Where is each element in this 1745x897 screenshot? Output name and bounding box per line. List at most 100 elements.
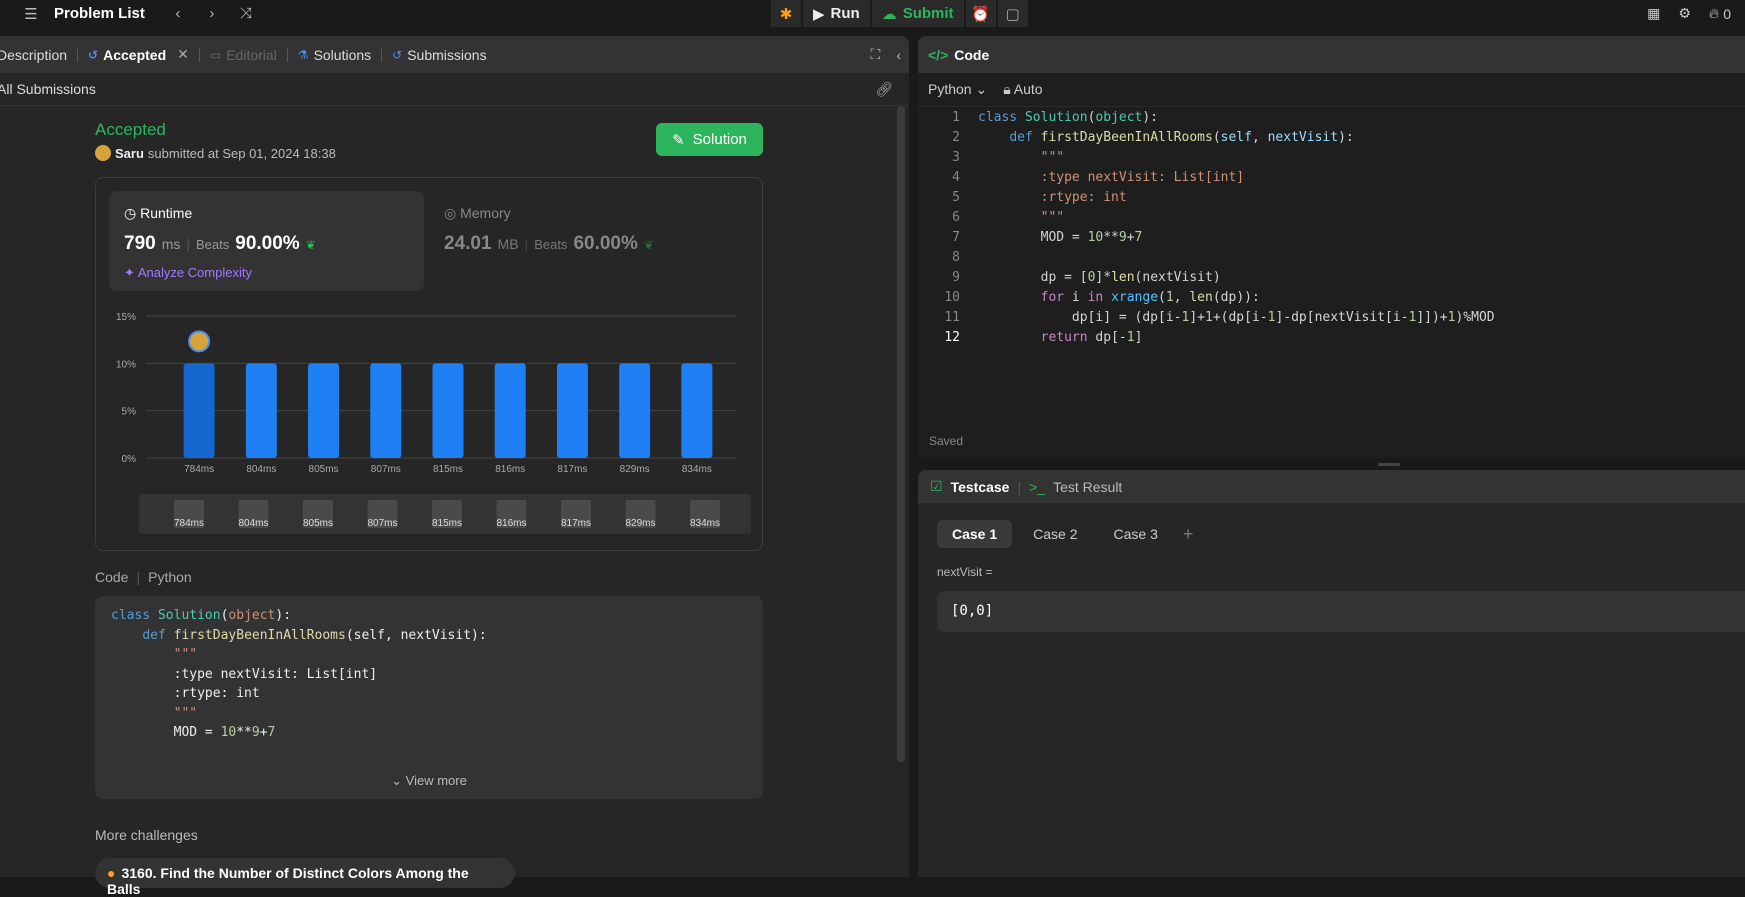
- code-line: 4 :type nextVisit: List[int]: [918, 168, 1745, 188]
- streak-counter[interactable]: 🔥︎ 0: [1709, 5, 1731, 22]
- code-line: 10 for i in xrange(1, len(dp)):: [918, 288, 1745, 308]
- challenge-item[interactable]: ● 3160. Find the Number of Distinct Color…: [95, 858, 515, 897]
- runtime-box[interactable]: ◷ Runtime 790 ms | Beats 90.00% ❦ ✦ Anal…: [109, 191, 424, 291]
- brush-tick-label: 807ms: [367, 518, 397, 529]
- submission-meta: Saru submitted at Sep 01, 2024 18:38: [95, 145, 336, 161]
- left-scrollbar[interactable]: [897, 106, 905, 762]
- tab-testcase[interactable]: Testcase: [951, 479, 1010, 495]
- shuffle-icon[interactable]: ⤨: [235, 5, 257, 22]
- leaf-icon: ❦: [305, 238, 316, 252]
- flask-icon: ⚗: [297, 47, 309, 62]
- testcase-variable-input[interactable]: [0,0]: [937, 591, 1745, 632]
- x-tick-label: 805ms: [309, 464, 339, 475]
- add-case-icon[interactable]: +: [1183, 524, 1194, 545]
- next-problem-icon[interactable]: ›: [201, 5, 223, 22]
- line-number: 11: [944, 310, 960, 325]
- memory-title-label: Memory: [460, 205, 511, 221]
- code-line: 7 MOD = 10**9+7: [918, 228, 1745, 248]
- line-number: 4: [952, 170, 960, 185]
- left-tab-bar: Description ↺ Accepted ✕ ▭ Editorial ⚗ Solut…: [0, 36, 909, 73]
- maximize-icon[interactable]: ⛶: [871, 46, 881, 63]
- history-icon: ↺: [392, 47, 403, 62]
- tab-test-result[interactable]: Test Result: [1053, 479, 1122, 495]
- bar: [432, 363, 464, 458]
- tab-accepted-label: Accepted: [103, 46, 167, 63]
- gear-icon[interactable]: ⚙: [1678, 5, 1691, 22]
- close-icon[interactable]: ✕: [177, 46, 189, 63]
- runtime-distribution-chart[interactable]: 0% 5% 10% 15% 784ms 804ms 805ms 807ms 815ms 816ms…: [96, 298, 764, 548]
- bar: [245, 363, 277, 458]
- tab-solutions[interactable]: ⚗ Solutions: [288, 36, 381, 73]
- runtime-unit: ms: [161, 236, 181, 252]
- layout-icon[interactable]: ▦: [1647, 5, 1660, 22]
- collapse-icon[interactable]: ‹: [896, 47, 901, 63]
- cloud-upload-icon: ☁: [881, 5, 897, 23]
- prev-problem-icon[interactable]: ‹: [167, 5, 189, 22]
- tab-solutions-label: Solutions: [313, 46, 372, 63]
- case-tab[interactable]: Case 2: [1018, 520, 1092, 548]
- list-icon[interactable]: ☰: [20, 5, 42, 23]
- view-more-label: View more: [405, 773, 467, 788]
- run-button[interactable]: ▶ Run: [803, 0, 870, 27]
- analyze-complexity-link[interactable]: ✦ Analyze Complexity: [124, 265, 252, 281]
- submitted-code-box[interactable]: class Solution(object): def firstDayBeen…: [95, 596, 763, 799]
- auto-mode[interactable]: 🔒︎ Auto: [1003, 81, 1042, 98]
- panel-resize-handle[interactable]: [1378, 463, 1400, 466]
- lock-icon: 🔒︎: [1003, 81, 1011, 97]
- alarm-icon: ⏰: [971, 5, 990, 23]
- editor-toolbar: Python ⌄ 🔒︎ Auto: [918, 73, 1745, 107]
- tab-accepted[interactable]: ↺ Accepted ✕: [78, 36, 199, 73]
- memory-values: 24.01 MB | Beats 60.00% ❦: [444, 233, 654, 254]
- tab-editorial[interactable]: ▭ Editorial: [200, 36, 287, 73]
- code-line: 12 return dp[-1]: [918, 328, 1745, 348]
- brush-tick-label: 784ms: [174, 518, 204, 529]
- view-more-button[interactable]: ⌄ View more: [95, 773, 763, 789]
- all-submissions-link[interactable]: All Submissions: [0, 81, 96, 97]
- username[interactable]: Saru: [115, 146, 144, 161]
- x-tick-label: 834ms: [682, 464, 712, 475]
- memory-title: ◎ Memory: [444, 205, 511, 222]
- case-tab[interactable]: Case 3: [1099, 520, 1173, 548]
- submitted-time: submitted at Sep 01, 2024 18:38: [147, 145, 336, 161]
- code-editor[interactable]: 1 class Solution(object): 2 def firstDayB…: [918, 108, 1745, 348]
- all-submissions-bar: All Submissions 🔗︎: [0, 73, 909, 106]
- memory-box[interactable]: ◎ Memory 24.01 MB | Beats 60.00% ❦: [429, 191, 729, 291]
- timer-button[interactable]: ⏰: [965, 0, 996, 27]
- brush-tick-label: 817ms: [561, 518, 591, 529]
- note-icon: ▢: [1005, 5, 1020, 23]
- tab-editorial-label: Editorial: [226, 46, 277, 63]
- y-tick-label: 5%: [122, 407, 137, 418]
- runtime-beats: 90.00%: [235, 233, 300, 254]
- tab-description[interactable]: Description: [0, 36, 77, 73]
- case-tab[interactable]: Case 1: [937, 520, 1013, 548]
- checkbox-icon: ☑: [930, 478, 943, 494]
- top-bar: ☰ Problem List ‹ › ⤨ ✱ ▶ Run ☁ Submit ⏰ ▢ …: [0, 0, 1745, 27]
- link-icon[interactable]: 🔗︎: [875, 81, 893, 98]
- fire-icon: 🔥︎: [1708, 5, 1720, 21]
- tab-submissions-label: Submissions: [407, 46, 487, 63]
- notes-button[interactable]: ▢: [997, 0, 1028, 27]
- brush-tick-label: 816ms: [496, 518, 526, 529]
- runtime-value: 790: [124, 233, 156, 254]
- code-line: 6 """: [918, 208, 1745, 228]
- solution-button[interactable]: ✎ Solution: [656, 123, 763, 156]
- language-value: Python: [928, 81, 972, 97]
- tab-submissions[interactable]: ↺ Submissions: [382, 36, 496, 73]
- x-tick-label: 784ms: [184, 464, 214, 475]
- sparkle-icon: ✦: [124, 265, 135, 280]
- bar: [619, 363, 651, 458]
- line-number: 10: [944, 290, 960, 305]
- runtime-title: ◷ Runtime: [124, 205, 192, 222]
- code-section-header: Code | Python: [95, 569, 192, 585]
- submit-button[interactable]: ☁ Submit: [871, 0, 964, 27]
- code-language: Python: [148, 569, 192, 585]
- line-number: 1: [952, 110, 960, 125]
- more-challenges-title: More challenges: [95, 827, 198, 843]
- language-select[interactable]: Python ⌄: [928, 81, 987, 98]
- bar: [494, 363, 526, 458]
- avatar[interactable]: [95, 145, 111, 161]
- status-title: Accepted: [95, 120, 166, 139]
- problem-list-link[interactable]: Problem List: [54, 5, 145, 22]
- case-tabs: Case 1 Case 2 Case 3 +: [937, 520, 1193, 548]
- debug-button[interactable]: ✱: [771, 0, 801, 27]
